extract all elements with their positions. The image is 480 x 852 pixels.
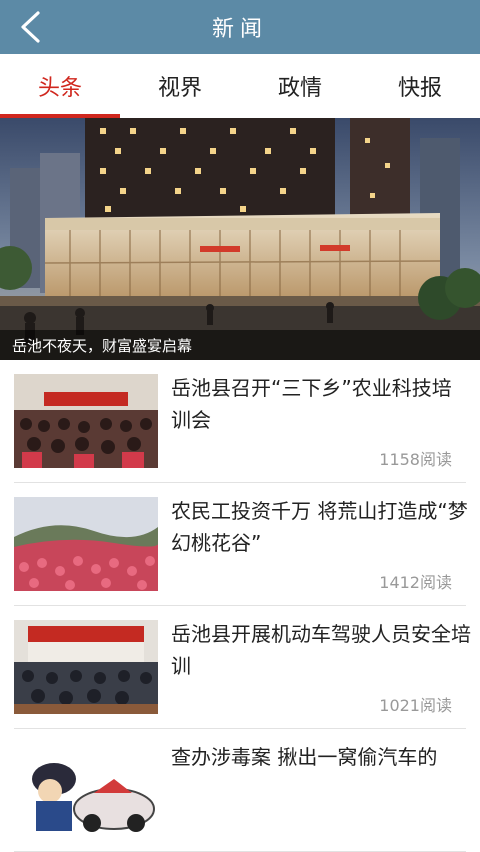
banner-image — [0, 118, 480, 360]
news-item[interactable]: 查办涉毒案 揪出一窝偷汽车的 — [14, 729, 466, 852]
tab-headlines[interactable]: 头条 — [0, 54, 120, 118]
news-thumbnail — [14, 374, 158, 468]
back-button[interactable] — [10, 6, 50, 48]
news-title: 岳池县召开“三下乡”农业科技培训会 — [171, 376, 452, 432]
news-item[interactable]: 农民工投资千万 将荒山打造成“梦幻桃花谷” 1412阅读 — [14, 483, 468, 606]
news-thumbnail — [14, 620, 158, 714]
tab-bar: 头条 视界 政情 快报 — [0, 54, 480, 118]
news-item[interactable]: 岳池县开展机动车驾驶人员安全培训 1021阅读 — [14, 606, 471, 729]
tab-express[interactable]: 快报 — [360, 54, 480, 118]
news-title: 岳池县开展机动车驾驶人员安全培训 — [171, 622, 471, 678]
app-header: 新闻 — [0, 0, 480, 54]
read-count: 1158阅读 — [379, 450, 452, 469]
tab-politics[interactable]: 政情 — [240, 54, 360, 118]
news-item[interactable]: 岳池县召开“三下乡”农业科技培训会 1158阅读 — [14, 360, 466, 483]
read-count: 1412阅读 — [379, 573, 452, 592]
read-count: 1021阅读 — [379, 696, 452, 715]
featured-banner[interactable]: 岳池不夜天，财富盛宴启幕 — [0, 118, 480, 360]
tab-vision[interactable]: 视界 — [120, 54, 240, 118]
banner-caption: 岳池不夜天，财富盛宴启幕 — [0, 330, 480, 360]
page-title: 新闻 — [211, 17, 268, 42]
news-thumbnail — [14, 497, 158, 591]
chevron-left-icon — [21, 11, 40, 43]
news-list: 岳池县召开“三下乡”农业科技培训会 1158阅读 农民工投资千万 将荒山打造成“… — [0, 360, 480, 852]
news-thumbnail — [14, 743, 158, 837]
news-title: 查办涉毒案 揪出一窝偷汽车的 — [171, 745, 438, 769]
news-title: 农民工投资千万 将荒山打造成“梦幻桃花谷” — [171, 499, 468, 555]
